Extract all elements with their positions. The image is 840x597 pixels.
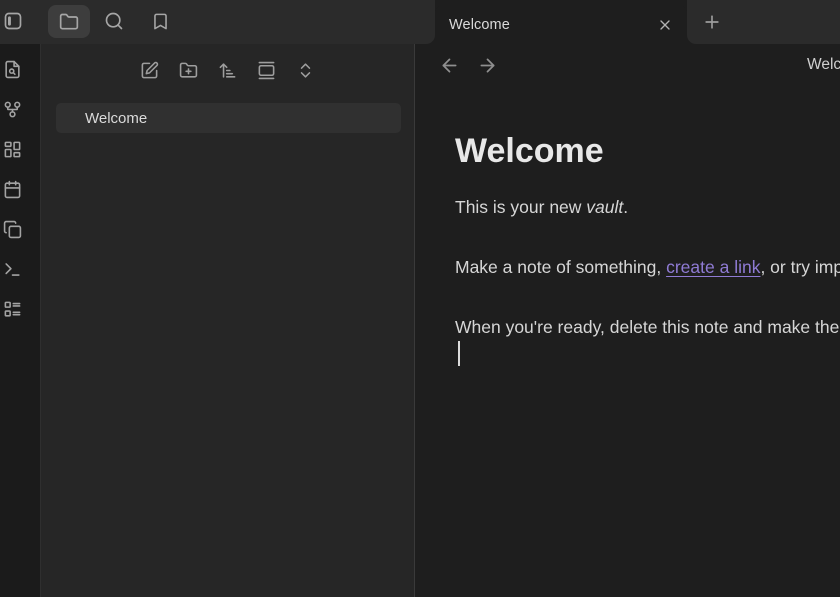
view-header: Welcome bbox=[415, 44, 840, 86]
empty-line[interactable] bbox=[455, 340, 840, 366]
plus-icon bbox=[702, 12, 722, 32]
search-view-button[interactable] bbox=[102, 9, 126, 33]
canvas-button[interactable] bbox=[3, 140, 22, 159]
panel-left-toggle-icon bbox=[3, 11, 23, 31]
gallery-vertical-icon bbox=[257, 61, 276, 80]
search-icon bbox=[104, 11, 124, 31]
daily-note-button[interactable] bbox=[3, 180, 22, 199]
new-folder-button[interactable] bbox=[174, 56, 202, 84]
file-item-welcome[interactable]: Welcome bbox=[56, 103, 401, 133]
templates-button[interactable] bbox=[3, 220, 22, 239]
tab-welcome[interactable]: Welcome bbox=[435, 5, 687, 44]
terminal-icon bbox=[3, 260, 22, 279]
sort-order-icon bbox=[218, 61, 237, 80]
arrow-left-icon bbox=[439, 55, 460, 76]
layout-list-icon bbox=[3, 300, 22, 319]
tab-close-button[interactable] bbox=[655, 15, 675, 35]
obsidian-window: Welcome bbox=[0, 0, 840, 597]
expand-collapse-button[interactable] bbox=[291, 56, 319, 84]
note-paragraph-1: This is your new vault. bbox=[455, 194, 840, 220]
folder-icon bbox=[59, 12, 79, 32]
note-heading: Welcome bbox=[455, 129, 840, 173]
copy-files-icon bbox=[3, 220, 22, 239]
text-caret bbox=[458, 341, 460, 366]
bookmarks-view-button[interactable] bbox=[148, 9, 172, 33]
navigate-back-button[interactable] bbox=[438, 54, 460, 76]
view-header-title: Welcome bbox=[807, 56, 840, 74]
bookmark-icon bbox=[151, 12, 170, 31]
tab-bar-left-region bbox=[0, 0, 435, 44]
new-folder-icon bbox=[179, 61, 198, 80]
title-bar: Welcome bbox=[0, 0, 840, 44]
gallery-vertical-button[interactable] bbox=[252, 56, 280, 84]
chevrons-up-down-icon bbox=[296, 61, 315, 80]
left-ribbon bbox=[0, 44, 41, 597]
note-paragraph-2: Make a note of something, create a link,… bbox=[455, 254, 840, 280]
editor-pane: Welcome Welcome This is your new vault. … bbox=[415, 44, 840, 597]
file-explorer-toolbar bbox=[41, 44, 414, 84]
graph-view-button[interactable] bbox=[3, 100, 22, 119]
new-note-button[interactable] bbox=[135, 56, 163, 84]
x-icon bbox=[657, 17, 673, 33]
calendar-icon bbox=[3, 180, 22, 199]
properties-button[interactable] bbox=[3, 300, 22, 319]
command-palette-button[interactable] bbox=[3, 260, 22, 279]
graph-icon bbox=[3, 100, 22, 119]
quick-switcher-button[interactable] bbox=[3, 60, 22, 79]
new-tab-button[interactable] bbox=[700, 10, 724, 34]
create-a-link-link[interactable]: create a link bbox=[666, 257, 760, 277]
files-view-button[interactable] bbox=[48, 5, 90, 38]
tab-bar-right-region bbox=[687, 0, 840, 44]
tab-title: Welcome bbox=[449, 17, 655, 33]
italic-text: vault bbox=[586, 197, 623, 217]
left-sidebar-toggle-button[interactable] bbox=[2, 10, 24, 32]
sort-order-button[interactable] bbox=[213, 56, 241, 84]
workspace: Welcome Welcome Welcome T bbox=[0, 44, 840, 597]
file-item-label: Welcome bbox=[85, 110, 147, 127]
new-note-icon bbox=[140, 61, 159, 80]
arrow-right-icon bbox=[477, 55, 498, 76]
file-search-icon bbox=[3, 60, 22, 79]
note-editor[interactable]: Welcome This is your new vault. Make a n… bbox=[415, 86, 840, 366]
file-explorer-sidebar: Welcome bbox=[41, 44, 415, 597]
layout-grid-icon bbox=[3, 140, 22, 159]
note-paragraph-3: When you're ready, delete this note and … bbox=[455, 314, 840, 340]
navigate-forward-button[interactable] bbox=[476, 54, 498, 76]
